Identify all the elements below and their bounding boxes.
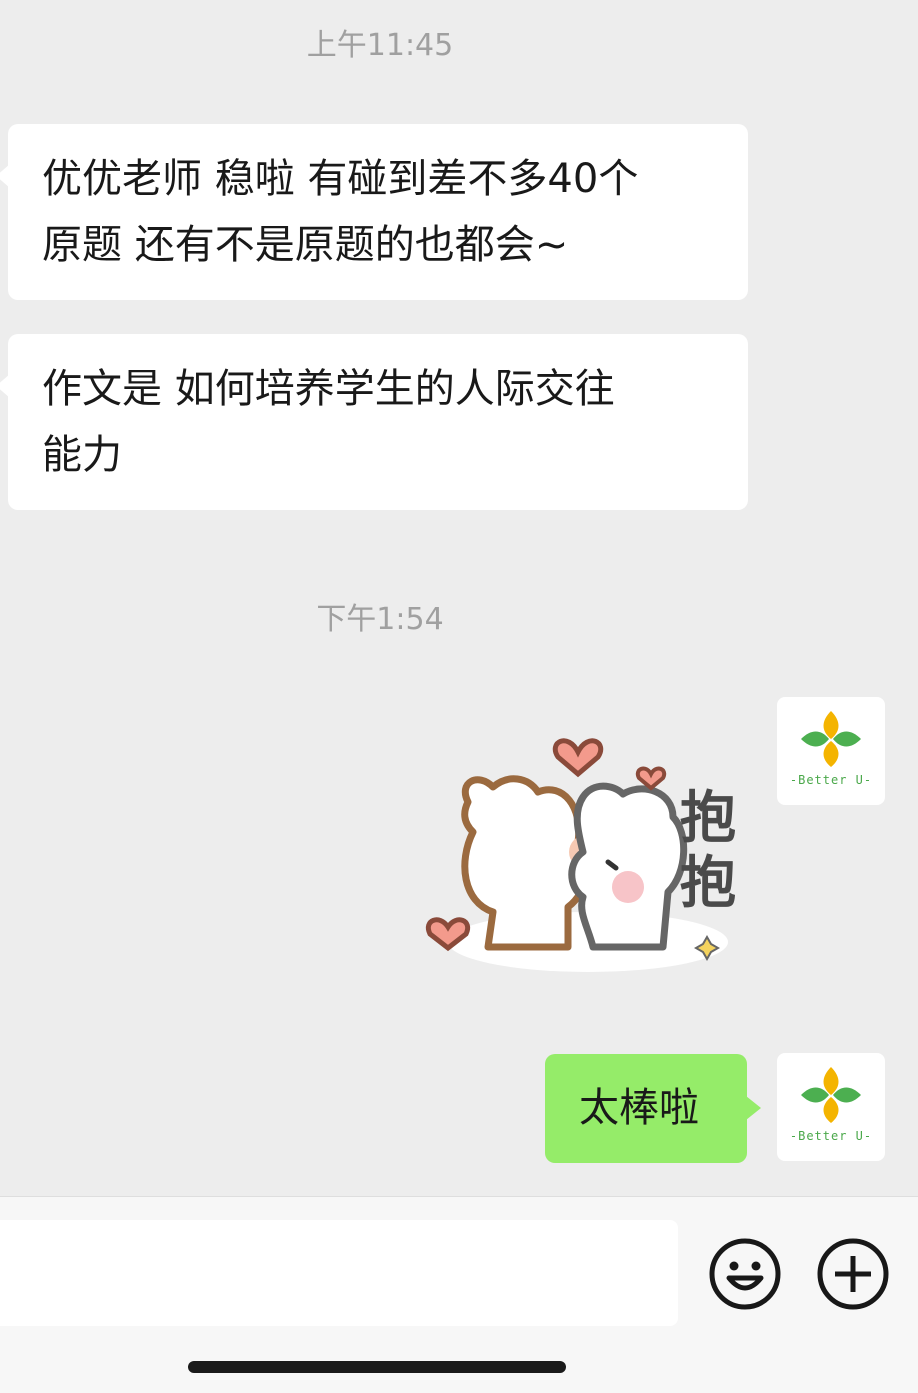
message-bubble-incoming[interactable]: 作文是 如何培养学生的人际交往 能力 bbox=[0, 334, 748, 510]
plus-icon bbox=[817, 1238, 889, 1310]
message-text: 作文是 如何培养学生的人际交往 bbox=[42, 366, 615, 412]
emoji-button[interactable] bbox=[707, 1236, 783, 1312]
message-text: 优优老师 稳啦 有碰到差不多40个 bbox=[42, 156, 639, 202]
avatar-label: -Better U- bbox=[789, 773, 873, 787]
plus-button[interactable] bbox=[815, 1236, 891, 1312]
avatar[interactable]: -Better U- bbox=[777, 1053, 885, 1161]
message-bubble-outgoing[interactable]: 太棒啦 bbox=[545, 1054, 761, 1163]
message-text: 能力 bbox=[42, 432, 122, 478]
hug-sticker[interactable]: 抱 抱 bbox=[418, 712, 758, 977]
better-u-logo-icon bbox=[801, 711, 861, 767]
emoji-icon bbox=[709, 1238, 781, 1310]
avatar[interactable]: -Better U- bbox=[777, 697, 885, 805]
home-indicator[interactable] bbox=[188, 1361, 566, 1373]
sticker-text: 抱 bbox=[680, 851, 736, 916]
sticker-text: 抱 bbox=[680, 786, 736, 851]
avatar-label: -Better U- bbox=[789, 1129, 873, 1143]
message-bubble-incoming[interactable]: 优优老师 稳啦 有碰到差不多40个 原题 还有不是原题的也都会~ bbox=[0, 124, 748, 300]
bear-hug-icon: 抱 抱 bbox=[425, 738, 736, 972]
message-text: 原题 还有不是原题的也都会~ bbox=[42, 222, 569, 268]
message-text: 太棒啦 bbox=[579, 1085, 699, 1131]
message-input[interactable] bbox=[0, 1220, 678, 1326]
better-u-logo-icon bbox=[801, 1067, 861, 1123]
timestamp: 下午1:54 bbox=[316, 602, 444, 637]
timestamp: 上午11:45 bbox=[306, 28, 454, 63]
